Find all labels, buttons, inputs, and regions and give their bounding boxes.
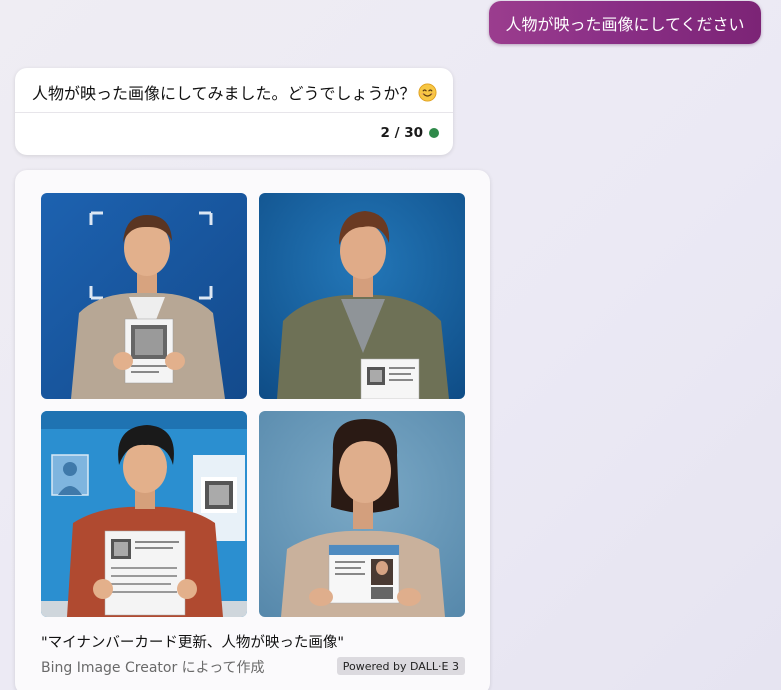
generated-image-1[interactable]	[41, 193, 247, 399]
image-result-card: "マイナンバーカード更新、人物が映った画像" Bing Image Creato…	[15, 170, 490, 690]
generated-image-3[interactable]	[41, 411, 247, 617]
man-with-id-card-image	[259, 193, 465, 399]
turn-counter: 2 / 30	[380, 125, 439, 141]
generated-image-4[interactable]	[259, 411, 465, 617]
assistant-reply-text: 人物が映った画像にしてみました。どうでしょうか？	[32, 84, 416, 103]
user-message-text: 人物が映った画像にしてください	[505, 14, 745, 34]
status-dot-icon	[429, 128, 439, 138]
assistant-reply: 人物が映った画像にしてみました。どうでしょうか？	[32, 80, 437, 104]
image-credit[interactable]: Bing Image Creator によって作成	[41, 657, 265, 677]
turn-counter-text: 2 / 30	[380, 125, 423, 141]
reply-divider	[15, 112, 453, 113]
young-man-with-form-image	[41, 411, 247, 617]
assistant-reply-card: 人物が映った画像にしてみました。どうでしょうか？ 2 / 30	[15, 68, 453, 155]
image-caption: "マイナンバーカード更新、人物が映った画像"	[41, 635, 345, 651]
smiling-face-icon	[418, 82, 437, 102]
generated-image-2[interactable]	[259, 193, 465, 399]
man-with-document-image	[41, 193, 247, 399]
woman-with-id-card-image	[259, 411, 465, 617]
dalle-badge: Powered by DALL·E 3	[336, 657, 465, 675]
user-message-bubble: 人物が映った画像にしてください	[489, 1, 761, 44]
